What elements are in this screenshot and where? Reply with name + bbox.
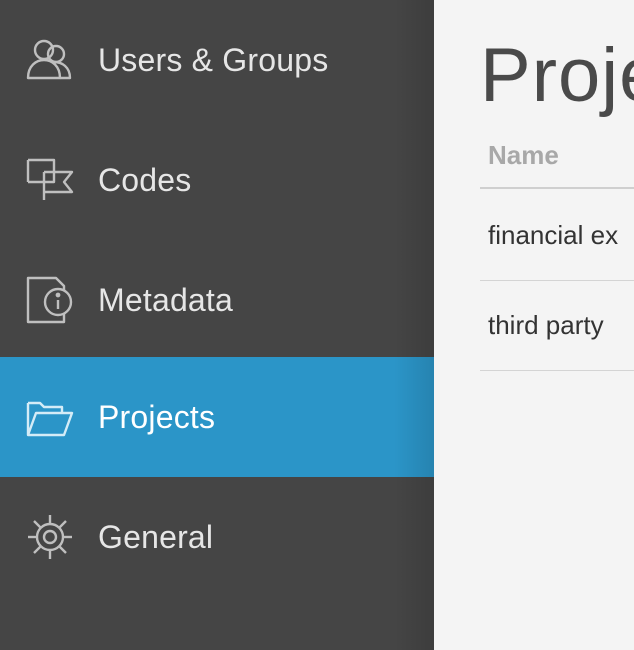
sidebar-item-codes[interactable]: Codes <box>0 120 434 240</box>
page-title: Proje <box>480 33 634 118</box>
table-row[interactable]: financial ex <box>480 190 634 281</box>
folder-open-icon <box>24 391 76 443</box>
sidebar-item-label: Metadata <box>98 281 234 318</box>
sidebar-item-projects[interactable]: Projects <box>0 357 434 477</box>
header-divider <box>480 187 634 189</box>
sidebar-item-general[interactable]: General <box>0 477 434 597</box>
sidebar-item-label: Codes <box>98 161 192 198</box>
table-cell-name: financial ex <box>488 220 619 250</box>
table-row[interactable]: third party <box>480 280 634 371</box>
flag-icon <box>24 154 76 206</box>
main-content: Proje Name financial ex third party <box>434 0 634 650</box>
table-cell-name: third party <box>488 310 604 340</box>
sidebar-item-label: Projects <box>98 398 216 435</box>
gear-icon <box>24 511 76 563</box>
sidebar-item-users-groups[interactable]: Users & Groups <box>0 0 434 120</box>
sidebar-item-label: Users & Groups <box>98 41 329 78</box>
users-icon <box>24 34 76 86</box>
sidebar-item-label: General <box>98 518 214 555</box>
sidebar-item-metadata[interactable]: Metadata <box>0 240 434 360</box>
column-header-name[interactable]: Name <box>488 140 559 171</box>
info-document-icon <box>24 274 76 326</box>
sidebar: Users & Groups Codes Metadata Projects G… <box>0 0 434 650</box>
